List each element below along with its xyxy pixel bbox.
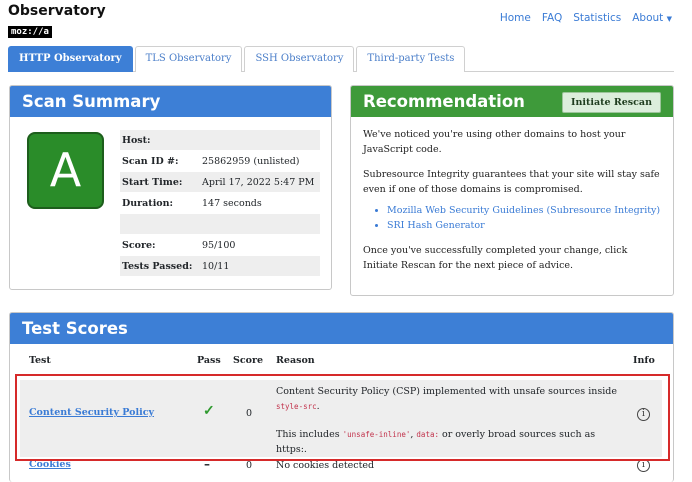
score-value: 0 <box>246 460 253 471</box>
summary-row: Start Time: April 17, 2022 5:47 PM <box>120 172 320 193</box>
tab-ssh[interactable]: SSH Observatory <box>244 46 355 72</box>
recommendation-title: Recommendation Initiate Rescan <box>351 86 673 117</box>
list-item: Mozilla Web Security Guidelines (Subreso… <box>387 203 661 218</box>
recommendation-panel: Recommendation Initiate Rescan We've not… <box>350 85 674 296</box>
summary-row: Score: 95/100 <box>120 235 320 256</box>
summary-table: Host: Scan ID #: 25862959 (unlisted) Star… <box>120 130 320 277</box>
sri-guidelines-link[interactable]: Mozilla Web Security Guidelines (Subreso… <box>387 205 660 216</box>
column-header-test: Test <box>29 355 51 366</box>
nav-faq[interactable]: FAQ <box>542 12 562 24</box>
chevron-down-icon: ▼ <box>666 15 672 23</box>
site-title: Observatory <box>8 3 106 19</box>
column-header-reason: Reason <box>276 355 315 366</box>
tab-tls[interactable]: TLS Observatory <box>134 46 243 72</box>
summary-row <box>120 214 320 235</box>
scan-summary-panel: Scan Summary A Host: Scan ID #: 25862959 … <box>9 85 332 290</box>
brand-logo: moz://a <box>8 26 52 38</box>
tab-third-party[interactable]: Third-party Tests <box>356 46 466 72</box>
test-scores-title: Test Scores <box>10 313 673 344</box>
recommendation-body: We've noticed you're using other domains… <box>351 117 673 293</box>
summary-row: Scan ID #: 25862959 (unlisted) <box>120 151 320 172</box>
column-header-info: Info <box>633 355 655 366</box>
nav-home[interactable]: Home <box>500 12 531 24</box>
initiate-rescan-button[interactable]: Initiate Rescan <box>562 92 661 113</box>
recommendation-links: Mozilla Web Security Guidelines (Subreso… <box>387 203 661 233</box>
recommendation-text: Subresource Integrity guarantees that yo… <box>363 169 660 195</box>
recommendation-text: Once you've successfully completed your … <box>363 245 628 271</box>
list-item: SRI Hash Generator <box>387 218 661 233</box>
tab-http[interactable]: HTTP Observatory <box>8 46 133 72</box>
top-nav: Home FAQ Statistics About ▼ <box>500 12 672 24</box>
scan-summary-title: Scan Summary <box>10 86 331 117</box>
summary-row: Tests Passed: 10/11 <box>120 256 320 277</box>
grade-badge: A <box>27 132 104 209</box>
column-header-score: Score <box>233 355 264 366</box>
highlight-box <box>15 374 670 461</box>
observatory-tabs: HTTP Observatory TLS Observatory SSH Obs… <box>8 46 674 72</box>
reason-text: No cookies detected <box>276 460 375 471</box>
summary-row: Host: <box>120 130 320 151</box>
nav-about[interactable]: About ▼ <box>632 12 672 24</box>
logo[interactable]: Observatory moz://a <box>8 3 106 38</box>
nav-statistics[interactable]: Statistics <box>573 12 621 24</box>
sri-hash-generator-link[interactable]: SRI Hash Generator <box>387 220 485 231</box>
column-header-pass: Pass <box>197 355 221 366</box>
recommendation-text: We've noticed you're using other domains… <box>363 129 626 155</box>
summary-row: Duration: 147 seconds <box>120 193 320 214</box>
